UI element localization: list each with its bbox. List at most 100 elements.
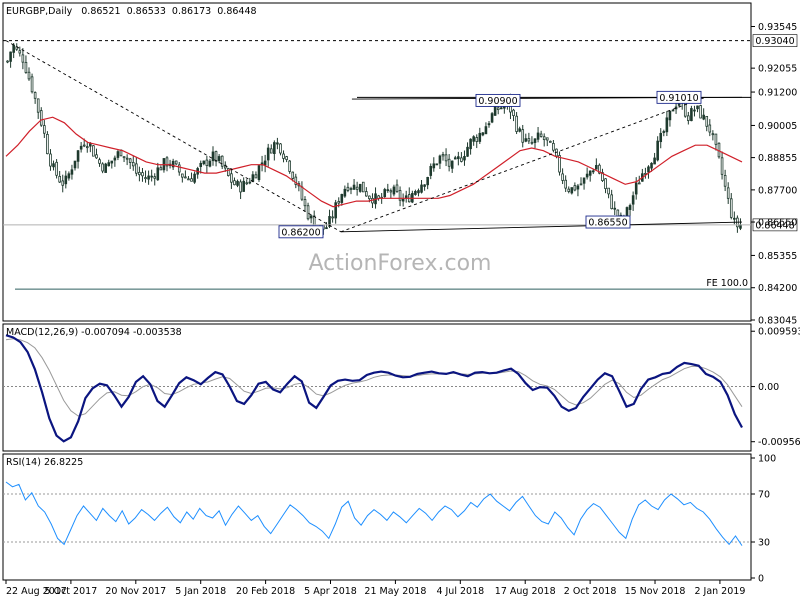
candle-body [199,162,203,168]
axis-label-0.93040: 0.93040 [755,36,794,47]
candle-body [269,148,273,154]
candle-body [693,109,696,112]
price-y-tick-label: 0.88855 [758,153,797,164]
candle-body [723,175,727,187]
close-value: 0.86448 [217,6,256,17]
candle-body [438,155,442,164]
candle-body [107,162,111,167]
candle-body [726,187,730,199]
candle-body [131,162,135,167]
open-value: 0.86521 [81,6,120,17]
candle-body [711,133,715,136]
candle-body [613,207,617,210]
annotation-label: 0.90900 [478,96,517,107]
candle-body [276,142,279,145]
high-value: 0.86533 [127,6,166,17]
candle-body [567,188,571,192]
candle-body [414,191,417,195]
candle-body [113,157,117,161]
candle-body [361,181,365,193]
candle-body [386,189,390,192]
candle-body [181,173,184,178]
price-y-tick-label: 0.85355 [758,251,797,262]
rsi-y-tick-label: 30 [758,538,770,549]
candle-body [484,126,488,135]
candle-body [533,138,537,143]
candle-body [561,173,564,181]
candle-body [6,60,9,63]
candle-body [190,178,193,182]
candle-body [58,175,61,183]
candle-body [420,184,423,193]
candle-body [325,227,328,230]
candle-body [300,186,304,200]
candle-body [579,183,583,186]
candle-body [671,109,675,112]
candle-body [43,125,46,134]
price-y-tick-label: 0.86550 [758,218,797,229]
candle-body [720,157,724,175]
candle-body [343,188,347,197]
watermark: ActionForex.com [309,251,492,276]
candle-body [187,178,190,181]
candle-body [251,174,255,182]
price-y-tick-label: 0.83045 [758,316,797,327]
candle-body [683,101,687,117]
candle-body [545,137,549,141]
x-tick-label: 15 Nov 2018 [625,586,686,597]
candle-body [573,185,577,191]
candle-body [512,109,515,116]
candle-body [9,51,12,62]
candle-body [444,154,448,162]
candle-body [303,199,307,207]
candle-body [595,165,598,170]
candle-body [153,176,157,179]
candle-body [591,170,595,173]
background [0,0,800,600]
candle-body [76,150,80,162]
candle-body [610,194,613,210]
candle-body [365,191,368,197]
candle-body [273,142,276,155]
candle-body [729,198,733,218]
candle-body [95,154,98,159]
annotation-label: 0.91010 [659,93,698,104]
candle-body [306,205,310,220]
candle-body [177,164,181,173]
candle-body [668,110,672,121]
price-y-tick-label: 0.92055 [758,64,797,75]
candle-body [239,181,242,193]
candle-body [202,160,206,165]
candle-body [499,107,503,110]
candle-body [392,186,396,195]
candle-body [52,163,55,168]
candle-body [358,183,362,192]
candle-body [309,215,313,219]
candle-body [429,165,433,176]
candle-body [699,105,702,119]
macd-y-tick-label: 0.009593 [758,327,800,338]
x-tick-label: 2 Oct 2018 [564,586,617,597]
candle-body [245,182,249,185]
candle-body [159,167,163,171]
candle-body [585,173,589,178]
candle-body [236,180,239,186]
candle-body [527,138,531,142]
candle-body [279,143,282,154]
candle-body [67,173,71,179]
candle-body [33,92,37,99]
candle-body [435,163,439,166]
candle-body [282,153,285,159]
candle-body [460,157,463,162]
candle-body [135,163,138,174]
x-tick-label: 20 Feb 2018 [236,586,295,597]
candle-body [147,175,150,180]
candle-body [288,160,291,172]
candle-body [634,182,638,195]
candle-body [141,172,144,177]
candle-body [104,163,107,173]
candle-body [30,76,34,93]
rsi-title: RSI(14) 26.8225 [6,457,83,468]
candle-body [432,163,436,169]
candle-body [138,171,141,176]
